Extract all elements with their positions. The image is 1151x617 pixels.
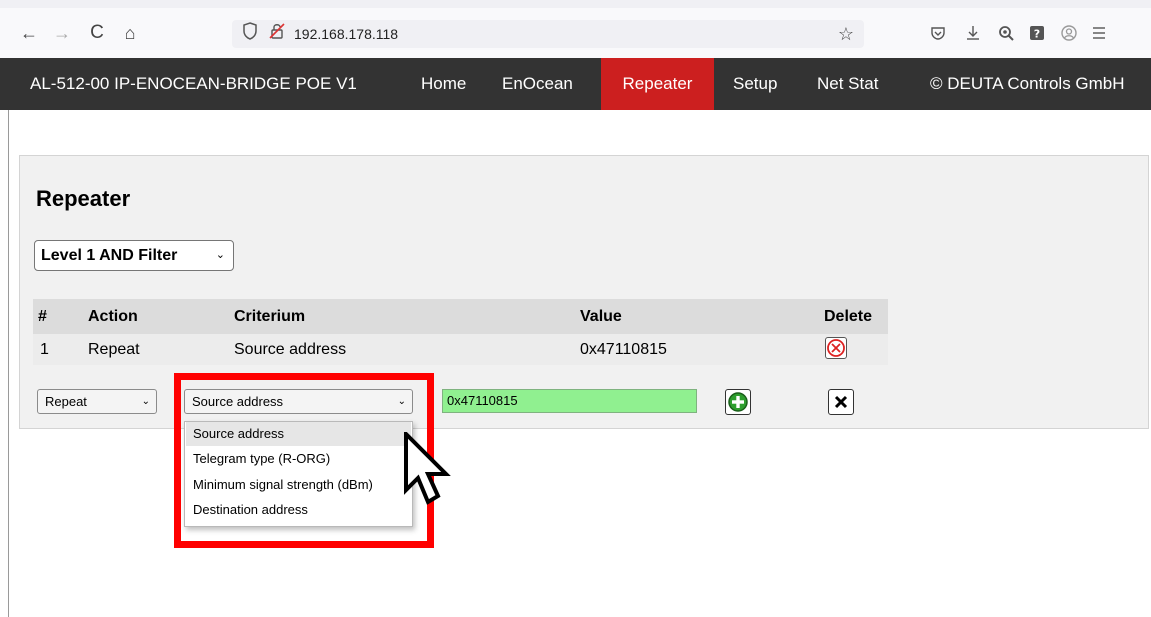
value-input[interactable]: 0x47110815 (442, 389, 697, 413)
hand-cursor-icon (404, 432, 451, 505)
criterium-select-value: Source address (192, 394, 284, 409)
download-icon[interactable] (960, 16, 986, 50)
menu-icon[interactable] (1086, 16, 1112, 50)
shield-icon[interactable] (242, 22, 258, 47)
criterium-dropdown-list: Source address Telegram type (R-ORG) Min… (184, 421, 413, 527)
table-header: # Action Criterium Value Delete (33, 299, 888, 334)
dropdown-option-destination-address[interactable]: Destination address (186, 498, 411, 522)
nav-item-enocean[interactable]: EnOcean (502, 58, 573, 110)
header-delete: Delete (824, 308, 873, 325)
header-num: # (38, 308, 47, 325)
row-value: 0x47110815 (580, 341, 667, 358)
zoom-icon[interactable] (993, 16, 1019, 50)
page-border (8, 110, 9, 617)
row-num: 1 (40, 341, 49, 358)
help-icon[interactable]: ? (1024, 16, 1050, 50)
dropdown-option-source-address[interactable]: Source address (186, 422, 411, 446)
nav-item-setup[interactable]: Setup (733, 58, 777, 110)
reload-icon[interactable]: C (84, 16, 110, 50)
url-text[interactable]: 192.168.178.118 (294, 20, 398, 48)
bookmark-star-icon[interactable]: ☆ (838, 20, 854, 48)
nav-brand[interactable]: AL-512-00 IP-ENOCEAN-BRIDGE POE V1 (30, 58, 357, 110)
repeater-panel (19, 155, 1149, 429)
chevron-down-icon: ⌄ (397, 396, 406, 407)
action-select-value: Repeat (45, 394, 87, 409)
header-criterium: Criterium (234, 308, 306, 325)
window-top-strip (0, 0, 1151, 8)
forward-icon[interactable]: → (49, 16, 75, 50)
add-rule-button[interactable] (725, 389, 751, 415)
nav-copyright[interactable]: © DEUTA Controls GmbH (930, 58, 1125, 110)
svg-text:?: ? (1034, 28, 1040, 41)
nav-item-net-stat[interactable]: Net Stat (817, 58, 878, 110)
chevron-down-icon: ⌄ (141, 396, 150, 407)
close-x-icon (834, 395, 848, 409)
delete-row-button[interactable] (825, 337, 847, 359)
level-filter-select[interactable]: Level 1 AND Filter ⌄ (34, 240, 234, 271)
table-row: 1 Repeat Source address 0x47110815 (33, 334, 888, 365)
action-select[interactable]: Repeat ⌄ (37, 389, 157, 414)
row-action: Repeat (88, 341, 140, 358)
browser-toolbar: ← → C ⌂ 192.168.178.118 ☆ ? (0, 8, 1151, 58)
chevron-down-icon: ⌄ (215, 249, 225, 261)
back-icon[interactable]: ← (16, 16, 42, 50)
level-filter-label: Level 1 AND Filter (41, 247, 178, 264)
add-plus-icon (728, 392, 748, 412)
dropdown-option-min-signal[interactable]: Minimum signal strength (dBm) (186, 473, 411, 497)
row-criterium: Source address (234, 341, 347, 358)
nav-item-home[interactable]: Home (421, 58, 466, 110)
app-navbar: AL-512-00 IP-ENOCEAN-BRIDGE POE V1 Home … (0, 58, 1151, 110)
home-icon[interactable]: ⌂ (117, 16, 143, 50)
insecure-lock-icon[interactable] (268, 22, 286, 47)
header-action: Action (88, 308, 138, 325)
header-value: Value (580, 308, 622, 325)
pocket-icon[interactable] (925, 16, 951, 50)
criterium-select[interactable]: Source address ⌄ (184, 389, 413, 414)
page-title: Repeater (36, 186, 131, 211)
url-bar[interactable]: 192.168.178.118 ☆ (232, 20, 864, 48)
account-icon[interactable] (1056, 16, 1082, 50)
dropdown-option-telegram-type[interactable]: Telegram type (R-ORG) (186, 447, 411, 471)
delete-circle-x-icon (827, 339, 845, 357)
cancel-button[interactable] (828, 389, 854, 415)
nav-item-repeater[interactable]: Repeater (601, 58, 714, 110)
